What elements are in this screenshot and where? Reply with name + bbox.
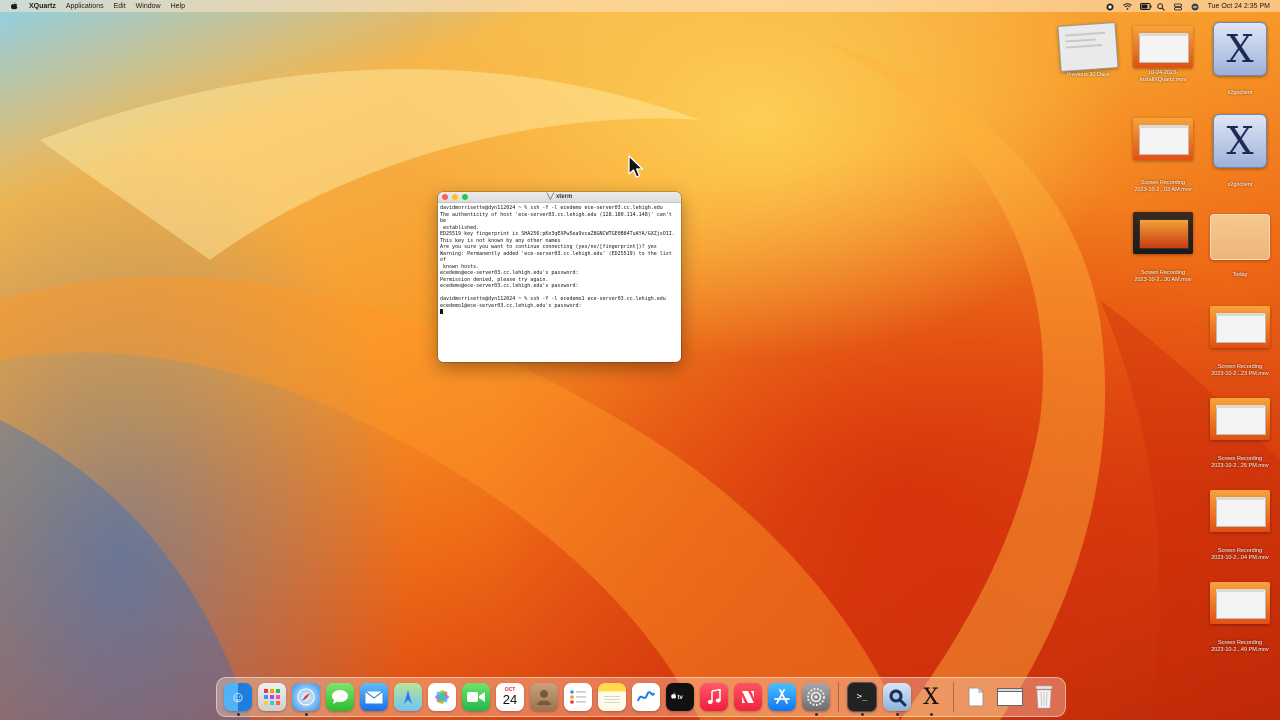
dock-separator bbox=[838, 682, 839, 712]
x11-app-icon: X bbox=[1213, 22, 1267, 76]
desktop-icon-label: Screen Recording 2023-10-2...03 AM.mov bbox=[1134, 180, 1192, 193]
video-thumbnail-icon bbox=[1210, 582, 1270, 624]
battery-icon[interactable] bbox=[1139, 2, 1152, 10]
desktop-icon-label: x2goclient bbox=[1227, 90, 1253, 96]
video-thumbnail-icon bbox=[1133, 118, 1193, 160]
terminal-line: ED25519 key fingerprint is SHA256:pKn3qE… bbox=[440, 231, 675, 237]
desktop-icon-label: Screen Recording 2023-10-2...25 PM.mov bbox=[1211, 456, 1269, 469]
app-store-icon[interactable] bbox=[768, 683, 796, 711]
terminal-output[interactable]: davidmorrisette@dyn112024 ~ % ssh -Y -l … bbox=[438, 203, 681, 318]
maps-icon[interactable] bbox=[394, 683, 422, 711]
menu-window[interactable]: Window bbox=[136, 3, 161, 10]
text-cursor bbox=[440, 309, 443, 314]
desktop-file-screen-recording[interactable]: Screen Recording 2023-10-2...25 PM.mov bbox=[1200, 398, 1280, 470]
desktop-file-screen-recording[interactable]: Screen Recording 2023-10-2...03 AM.mov bbox=[1123, 118, 1203, 194]
apple-menu-icon[interactable] bbox=[9, 1, 19, 11]
desktop-icon-label: Screen Recording 2023-10-2...49 PM.mov bbox=[1211, 640, 1269, 653]
launchpad-icon[interactable] bbox=[258, 683, 286, 711]
desktop-icon-label: Previous 30 Days bbox=[1066, 72, 1110, 78]
desktop-stack-previous-30-days[interactable]: Previous 30 Days bbox=[1048, 22, 1128, 79]
document-icon[interactable] bbox=[962, 683, 990, 711]
mouse-pointer-icon bbox=[628, 155, 644, 178]
desktop-app-x2goclient[interactable]: X x2goclient bbox=[1200, 114, 1280, 189]
menu-app-name[interactable]: XQuartz bbox=[29, 3, 56, 10]
menu-applications[interactable]: Applications bbox=[66, 3, 104, 10]
terminal-icon[interactable]: >_ bbox=[847, 682, 877, 716]
desktop-file-screen-recording[interactable]: Screen Recording 2023-10-2...30 AM.mov bbox=[1123, 212, 1203, 284]
xterm-window[interactable]: ╲╱ xterm davidmorrisette@dyn112024 ~ % ss… bbox=[438, 192, 681, 362]
messages-icon[interactable] bbox=[326, 683, 354, 711]
video-thumbnail-icon bbox=[1133, 26, 1193, 68]
stack-icon bbox=[1210, 214, 1270, 260]
stack-icon bbox=[1057, 22, 1119, 72]
screen-recording-icon[interactable] bbox=[1106, 3, 1114, 10]
terminal-line: Are you sure you want to continue connec… bbox=[440, 244, 657, 250]
system-settings-icon[interactable] bbox=[802, 683, 830, 716]
terminal-line: davidmorrisette@dyn112024 ~ % ssh -Y -l … bbox=[440, 296, 666, 302]
menu-bar: XQuartz Applications Edit Window Help Tu… bbox=[0, 0, 1280, 12]
terminal-line: Warning: Permanently added 'ece-server03… bbox=[440, 250, 675, 264]
desktop-icon-label: Screen Recording 2023-10-2...23 PM.mov bbox=[1211, 364, 1269, 377]
calendar-icon[interactable]: OCT 24 bbox=[496, 683, 524, 711]
desktop-stack-today[interactable]: Today bbox=[1200, 214, 1280, 279]
finder-icon[interactable]: ☺ bbox=[224, 683, 252, 716]
desktop-app-x2goclient[interactable]: X x2goclient bbox=[1200, 22, 1280, 97]
desktop-icon-label: 10-24-2023- InstallXQuartz.mov bbox=[1139, 70, 1187, 83]
desktop-icon-label: Screen Recording 2023-10-2...30 AM.mov bbox=[1134, 270, 1192, 283]
calendar-day: 24 bbox=[502, 692, 518, 707]
photos-icon[interactable] bbox=[428, 683, 456, 711]
video-thumbnail-icon bbox=[1210, 490, 1270, 532]
notes-icon[interactable] bbox=[598, 683, 626, 711]
trash-icon[interactable] bbox=[1030, 683, 1058, 711]
svg-text:tv: tv bbox=[678, 695, 684, 701]
tv-icon[interactable]: tv bbox=[666, 683, 694, 711]
xterm-titlebar[interactable]: ╲╱ xterm bbox=[438, 192, 681, 203]
terminal-line: The authenticity of host 'ece-server03.c… bbox=[440, 211, 675, 225]
x11-icon: ╲╱ bbox=[546, 194, 554, 200]
video-thumbnail-icon bbox=[1210, 398, 1270, 440]
x11-app-icon: X bbox=[1213, 114, 1267, 168]
music-icon[interactable] bbox=[700, 683, 728, 711]
news-icon[interactable] bbox=[734, 683, 762, 711]
desktop-file-installxquartz[interactable]: 10-24-2023- InstallXQuartz.mov bbox=[1123, 26, 1203, 84]
facetime-icon[interactable] bbox=[462, 683, 490, 711]
xterm-title: ╲╱ xterm bbox=[438, 192, 681, 202]
dock: ☺ OCT 24 tv >_ X bbox=[216, 677, 1066, 717]
siri-icon[interactable] bbox=[1191, 3, 1199, 10]
desktop-icon-label: x2goclient bbox=[1227, 182, 1253, 188]
menu-extras: Tue Oct 24 2:35 PM bbox=[1106, 2, 1270, 11]
terminal-cursor-line bbox=[440, 309, 679, 316]
menu-clock[interactable]: Tue Oct 24 2:35 PM bbox=[1208, 3, 1270, 10]
dock-separator bbox=[953, 682, 954, 712]
desktop-file-screen-recording[interactable]: Screen Recording 2023-10-2...23 PM.mov bbox=[1200, 306, 1280, 378]
quicktime-icon[interactable] bbox=[883, 683, 911, 716]
menu-edit[interactable]: Edit bbox=[114, 3, 126, 10]
video-thumbnail-icon bbox=[1210, 306, 1270, 348]
window-icon[interactable] bbox=[996, 683, 1024, 711]
desktop-background: XQuartz Applications Edit Window Help Tu… bbox=[0, 0, 1280, 720]
xterm-title-text: xterm bbox=[555, 194, 573, 200]
mail-icon[interactable] bbox=[360, 683, 388, 711]
terminal-line: davidmorrisette@dyn112024 ~ % ssh -Y -l … bbox=[440, 205, 663, 211]
search-icon[interactable] bbox=[1156, 2, 1165, 11]
desktop-file-screen-recording[interactable]: Screen Recording 2023-10-2...49 PM.mov bbox=[1200, 582, 1280, 654]
desktop-file-screen-recording[interactable]: Screen Recording 2023-10-2...04 PM.mov bbox=[1200, 490, 1280, 562]
desktop-icon-label: Today bbox=[1232, 272, 1248, 278]
menu-help[interactable]: Help bbox=[171, 3, 185, 10]
wifi-icon[interactable] bbox=[1122, 2, 1132, 10]
safari-icon[interactable] bbox=[292, 683, 320, 716]
reminders-icon[interactable] bbox=[564, 683, 592, 711]
freeform-icon[interactable] bbox=[632, 683, 660, 711]
xquartz-icon[interactable]: X bbox=[917, 683, 945, 716]
contacts-icon[interactable] bbox=[530, 683, 558, 711]
control-center-icon[interactable] bbox=[1173, 3, 1182, 10]
video-thumbnail-icon bbox=[1133, 212, 1193, 254]
desktop-icon-label: Screen Recording 2023-10-2...04 PM.mov bbox=[1211, 548, 1269, 561]
